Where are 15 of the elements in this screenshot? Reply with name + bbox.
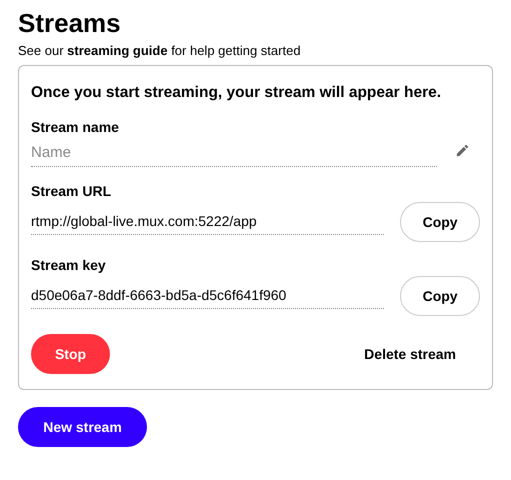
stop-button[interactable]: Stop [31,334,110,374]
field-label: Stream name [31,118,120,136]
field-value: rtmp://global-live.mux.com:5222/app [31,210,384,234]
delete-stream-button[interactable]: Delete stream [364,344,456,364]
field-value: d50e06a7-8ddf-6663-bd5a-d5c6f641f960 [31,284,384,308]
name-field[interactable]: Name [31,139,437,167]
pencil-icon[interactable] [455,142,470,158]
page-title: Streams [18,8,122,38]
field-label: Stream key [31,256,107,274]
copy-button[interactable]: Copy [400,202,480,242]
field-label: Stream URL [31,182,112,200]
copy-button[interactable]: Copy [400,276,480,316]
card-heading: Once you start streaming, your stream will appear here. [31,83,442,103]
subtitle: See our streaming guide for help getting started [18,42,302,60]
new-stream-button[interactable]: New stream [18,407,147,447]
